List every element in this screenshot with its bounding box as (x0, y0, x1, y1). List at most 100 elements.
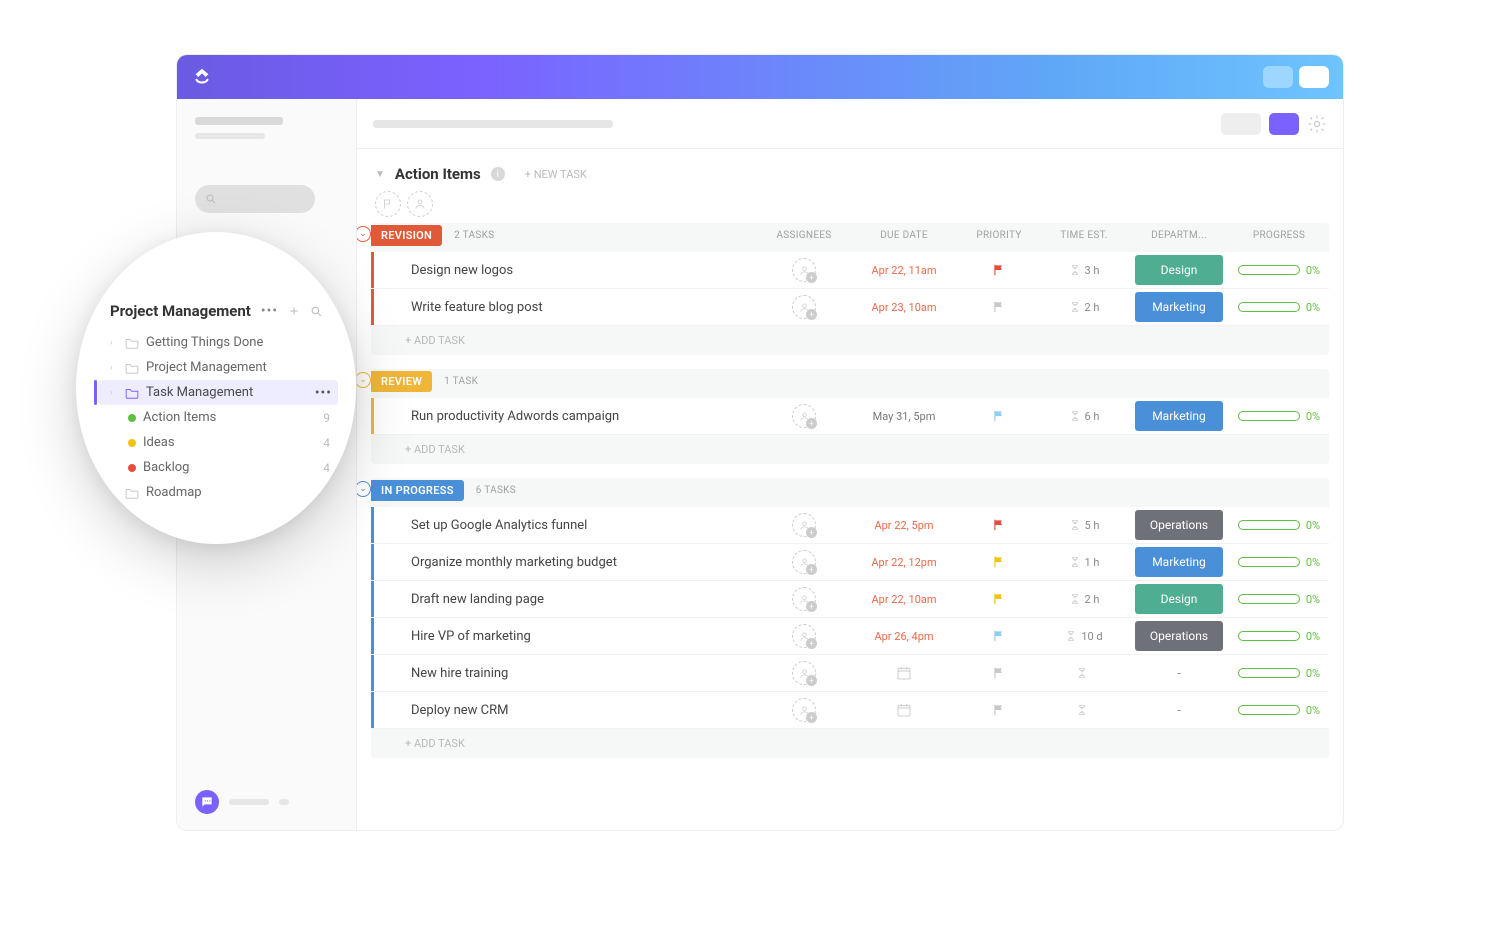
task-row[interactable]: Hire VP of marketing+Apr 26, 4pm10 dOper… (371, 618, 1329, 655)
tree-item[interactable]: ›Project Management (110, 355, 338, 380)
assignee-placeholder[interactable]: + (792, 404, 816, 428)
due-date[interactable]: Apr 23, 10am (871, 301, 936, 314)
task-row[interactable]: Write feature blog post+Apr 23, 10am2 hM… (371, 289, 1329, 326)
flag-icon[interactable] (992, 300, 1006, 314)
task-row[interactable]: Draft new landing page+Apr 22, 10am2 hDe… (371, 581, 1329, 618)
tree-subitem[interactable]: Backlog4 (128, 455, 338, 480)
task-row[interactable]: Deploy new CRM+-0% (371, 692, 1329, 729)
due-date[interactable]: Apr 22, 5pm (874, 519, 933, 532)
assignee-placeholder[interactable]: + (792, 624, 816, 648)
progress-cell[interactable]: 0% (1238, 556, 1320, 569)
task-row[interactable]: Design new logos+Apr 22, 11am3 hDesign0% (371, 252, 1329, 289)
flag-icon[interactable] (992, 592, 1006, 606)
department-tag[interactable]: Marketing (1135, 547, 1223, 577)
department-tag[interactable]: Design (1135, 584, 1223, 614)
chat-button[interactable] (195, 790, 219, 814)
sidebar-search[interactable] (195, 185, 315, 213)
tree-item[interactable]: ›Roadmap (110, 480, 338, 505)
column-header[interactable]: DEPARTM... (1129, 230, 1229, 241)
flag-icon[interactable] (992, 703, 1006, 717)
due-date[interactable]: May 31, 5pm (873, 410, 936, 423)
add-task-button[interactable]: + ADD TASK (371, 435, 1329, 460)
column-header[interactable]: PRIORITY (959, 230, 1039, 241)
caret-down-icon[interactable]: ▼ (375, 169, 385, 180)
department-tag[interactable]: Marketing (1135, 292, 1223, 322)
column-header[interactable]: ASSIGNEES (759, 230, 849, 241)
time-estimate[interactable]: 5 h (1085, 519, 1100, 532)
task-row[interactable]: Organize monthly marketing budget+Apr 22… (371, 544, 1329, 581)
info-icon[interactable]: i (491, 167, 505, 181)
toolbar-button-1[interactable] (1221, 113, 1261, 135)
add-task-button[interactable]: + ADD TASK (371, 729, 1329, 754)
titlebar-pill-1[interactable] (1263, 66, 1293, 88)
plus-icon[interactable] (288, 305, 300, 317)
collapse-toggle[interactable]: ⌄ (357, 226, 371, 242)
more-icon[interactable]: ••• (315, 385, 332, 401)
progress-cell[interactable]: 0% (1238, 630, 1320, 643)
flag-icon[interactable] (992, 518, 1006, 532)
time-estimate[interactable]: 1 h (1085, 556, 1100, 569)
department-cell[interactable]: - (1177, 666, 1180, 680)
more-icon[interactable]: ••• (261, 303, 278, 319)
column-header[interactable]: PROGRESS (1229, 230, 1329, 241)
department-tag[interactable]: Marketing (1135, 401, 1223, 431)
progress-cell[interactable]: 0% (1238, 264, 1320, 277)
assignee-placeholder[interactable]: + (792, 258, 816, 282)
add-task-button[interactable]: + ADD TASK (371, 326, 1329, 351)
time-estimate[interactable]: 2 h (1085, 593, 1100, 606)
calendar-icon[interactable] (896, 665, 912, 681)
assignee-placeholder[interactable]: + (792, 587, 816, 611)
flag-icon[interactable] (992, 555, 1006, 569)
tree-item[interactable]: ›Getting Things Done (110, 330, 338, 355)
bulk-flag-button[interactable] (375, 191, 401, 217)
tree-subitem[interactable]: Action Items9 (128, 405, 338, 430)
toolbar-button-2[interactable] (1269, 113, 1299, 135)
department-cell[interactable]: - (1177, 703, 1180, 717)
collapse-toggle[interactable]: ⌄ (357, 481, 371, 497)
task-row[interactable]: Set up Google Analytics funnel+Apr 22, 5… (371, 507, 1329, 544)
task-row[interactable]: Run productivity Adwords campaign+May 31… (371, 398, 1329, 435)
due-date[interactable]: Apr 26, 4pm (874, 630, 933, 643)
tree-subitem[interactable]: Ideas4 (128, 430, 338, 455)
time-estimate[interactable]: 6 h (1085, 410, 1100, 423)
time-estimate[interactable]: 2 h (1085, 301, 1100, 314)
column-header[interactable]: TIME EST. (1039, 230, 1129, 241)
status-chip[interactable]: IN PROGRESS (371, 480, 464, 501)
department-tag[interactable]: Design (1135, 255, 1223, 285)
department-tag[interactable]: Operations (1135, 621, 1223, 651)
assignee-placeholder[interactable]: + (792, 661, 816, 685)
due-date[interactable]: Apr 22, 10am (871, 593, 936, 606)
progress-cell[interactable]: 0% (1238, 410, 1320, 423)
collapse-toggle[interactable]: ⌄ (357, 372, 371, 388)
task-row[interactable]: New hire training+-0% (371, 655, 1329, 692)
progress-cell[interactable]: 0% (1238, 667, 1320, 680)
calendar-icon[interactable] (896, 702, 912, 718)
tree-item[interactable]: ›Task Management••• (98, 380, 338, 405)
search-icon[interactable] (310, 305, 323, 318)
flag-icon[interactable] (992, 629, 1006, 643)
progress-cell[interactable]: 0% (1238, 593, 1320, 606)
flag-icon[interactable] (992, 409, 1006, 423)
new-task-button[interactable]: + NEW TASK (525, 168, 587, 181)
time-estimate[interactable]: 10 d (1081, 630, 1102, 643)
assignee-placeholder[interactable]: + (792, 698, 816, 722)
department-tag[interactable]: Operations (1135, 510, 1223, 540)
due-date[interactable]: Apr 22, 11am (871, 264, 936, 277)
assignee-placeholder[interactable]: + (792, 513, 816, 537)
progress-cell[interactable]: 0% (1238, 301, 1320, 314)
status-chip[interactable]: REVIEW (371, 371, 432, 392)
assignee-placeholder[interactable]: + (792, 295, 816, 319)
titlebar-pill-2[interactable] (1299, 66, 1329, 88)
progress-cell[interactable]: 0% (1238, 704, 1320, 717)
time-estimate[interactable]: 3 h (1085, 264, 1100, 277)
column-header[interactable]: DUE DATE (849, 230, 959, 241)
flag-icon[interactable] (992, 263, 1006, 277)
flag-icon[interactable] (992, 666, 1006, 680)
bulk-assign-button[interactable] (407, 191, 433, 217)
assignee-placeholder[interactable]: + (792, 550, 816, 574)
due-date[interactable]: Apr 22, 12pm (871, 556, 936, 569)
gear-icon[interactable] (1307, 114, 1327, 134)
status-chip[interactable]: REVISION (371, 225, 442, 246)
hourglass-icon (1076, 704, 1088, 716)
progress-cell[interactable]: 0% (1238, 519, 1320, 532)
